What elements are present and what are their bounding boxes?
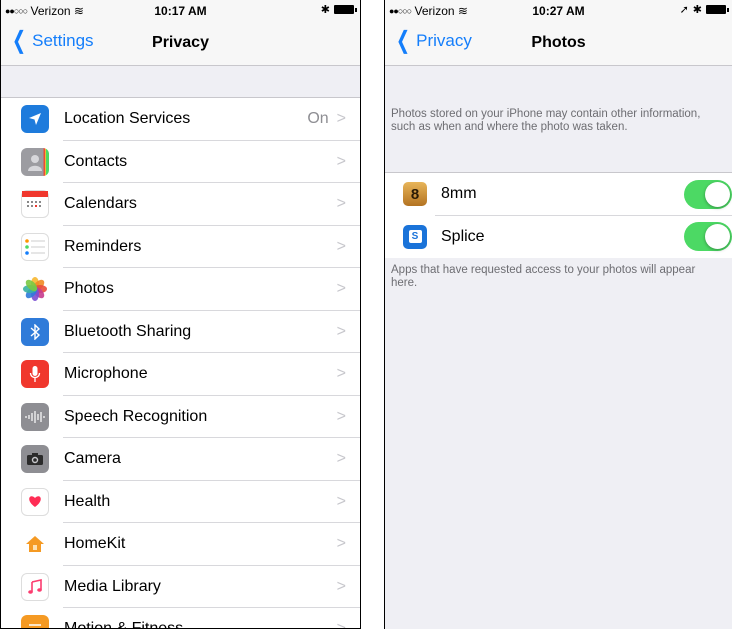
chevron-right-icon: > [336, 365, 346, 383]
music-icon [21, 572, 49, 601]
header-note: Photos stored on your iPhone may contain… [391, 108, 701, 133]
status-bar: ●●○○○ Verizon ≋ 10:17 AM ✱ [1, 0, 360, 20]
clock: 10:17 AM [154, 4, 207, 18]
row-homekit[interactable]: HomeKit > [1, 523, 360, 566]
row-calendars[interactable]: Calendars > [1, 183, 360, 226]
nav-bar: ❮ Privacy Photos [385, 20, 732, 66]
photos-icon [21, 275, 49, 304]
chevron-right-icon: > [336, 577, 346, 595]
chevron-right-icon: > [336, 535, 346, 553]
footer-note: Apps that have requested access to your … [391, 264, 696, 289]
chevron-right-icon: > [336, 492, 346, 510]
battery-icon [706, 5, 729, 14]
row-photos[interactable]: Photos > [1, 268, 360, 311]
camera-icon [21, 445, 49, 474]
row-location-services[interactable]: Location Services On > [1, 98, 360, 141]
row-8mm: 8 8mm [385, 173, 732, 216]
row-splice: S Splice [385, 216, 732, 259]
location-arrow-icon [21, 105, 49, 134]
status-right: ✱ [320, 3, 357, 16]
photos-privacy-screen: ●●○○○ Verizon ≋ 10:27 AM ➚ ✱ ❮ Privacy P… [384, 0, 732, 629]
health-icon [21, 487, 49, 516]
motion-icon [21, 615, 49, 628]
microphone-icon [21, 360, 49, 389]
apps-list: 8 8mm S Splice [385, 172, 732, 258]
location-status-icon: ➚ [679, 4, 689, 16]
reminders-icon [21, 232, 49, 261]
status-right: ➚ ✱ [679, 3, 729, 16]
chevron-right-icon: > [336, 450, 346, 468]
status-bar: ●●○○○ Verizon ≋ 10:27 AM ➚ ✱ [385, 0, 732, 20]
row-health[interactable]: Health > [1, 481, 360, 524]
speech-recognition-icon [21, 402, 49, 431]
row-contacts[interactable]: Contacts > [1, 141, 360, 184]
chevron-right-icon: > [336, 195, 346, 213]
row-speech-recognition[interactable]: Speech Recognition > [1, 396, 360, 439]
toggle-knob [705, 181, 730, 207]
bluetooth-status-icon: ✱ [692, 4, 702, 16]
row-bluetooth-sharing[interactable]: Bluetooth Sharing > [1, 311, 360, 354]
row-motion-fitness[interactable]: Motion & Fitness > [1, 608, 360, 629]
chevron-right-icon: > [336, 407, 346, 425]
row-reminders[interactable]: Reminders > [1, 226, 360, 269]
chevron-right-icon: > [336, 152, 346, 170]
contacts-icon [21, 147, 49, 176]
row-camera[interactable]: Camera > [1, 438, 360, 481]
toggle-knob [705, 224, 730, 250]
nav-bar: ❮ Settings Privacy [1, 20, 360, 66]
battery-icon [334, 5, 357, 14]
chevron-right-icon: > [336, 280, 346, 298]
chevron-right-icon: > [336, 237, 346, 255]
calendar-icon [21, 190, 49, 219]
row-media-library[interactable]: Media Library > [1, 566, 360, 609]
status-value: On [307, 110, 329, 128]
8mm-app-icon: 8 [403, 182, 427, 207]
chevron-right-icon: > [336, 110, 346, 128]
row-microphone[interactable]: Microphone > [1, 353, 360, 396]
splice-app-icon: S [403, 224, 427, 249]
splice-toggle[interactable] [684, 222, 732, 252]
chevron-right-icon: > [336, 322, 346, 340]
privacy-screen: ●●○○○ Verizon ≋ 10:17 AM ✱ ❮ Settings Pr… [0, 0, 361, 629]
privacy-list: Location Services On > Contacts > Calend… [1, 97, 360, 629]
bluetooth-icon [21, 317, 49, 346]
bluetooth-status-icon: ✱ [320, 4, 330, 16]
page-title: Privacy [152, 34, 209, 51]
8mm-toggle[interactable] [684, 179, 732, 209]
chevron-right-icon: > [336, 620, 346, 629]
page-title: Photos [531, 34, 586, 51]
homekit-icon [21, 530, 49, 559]
